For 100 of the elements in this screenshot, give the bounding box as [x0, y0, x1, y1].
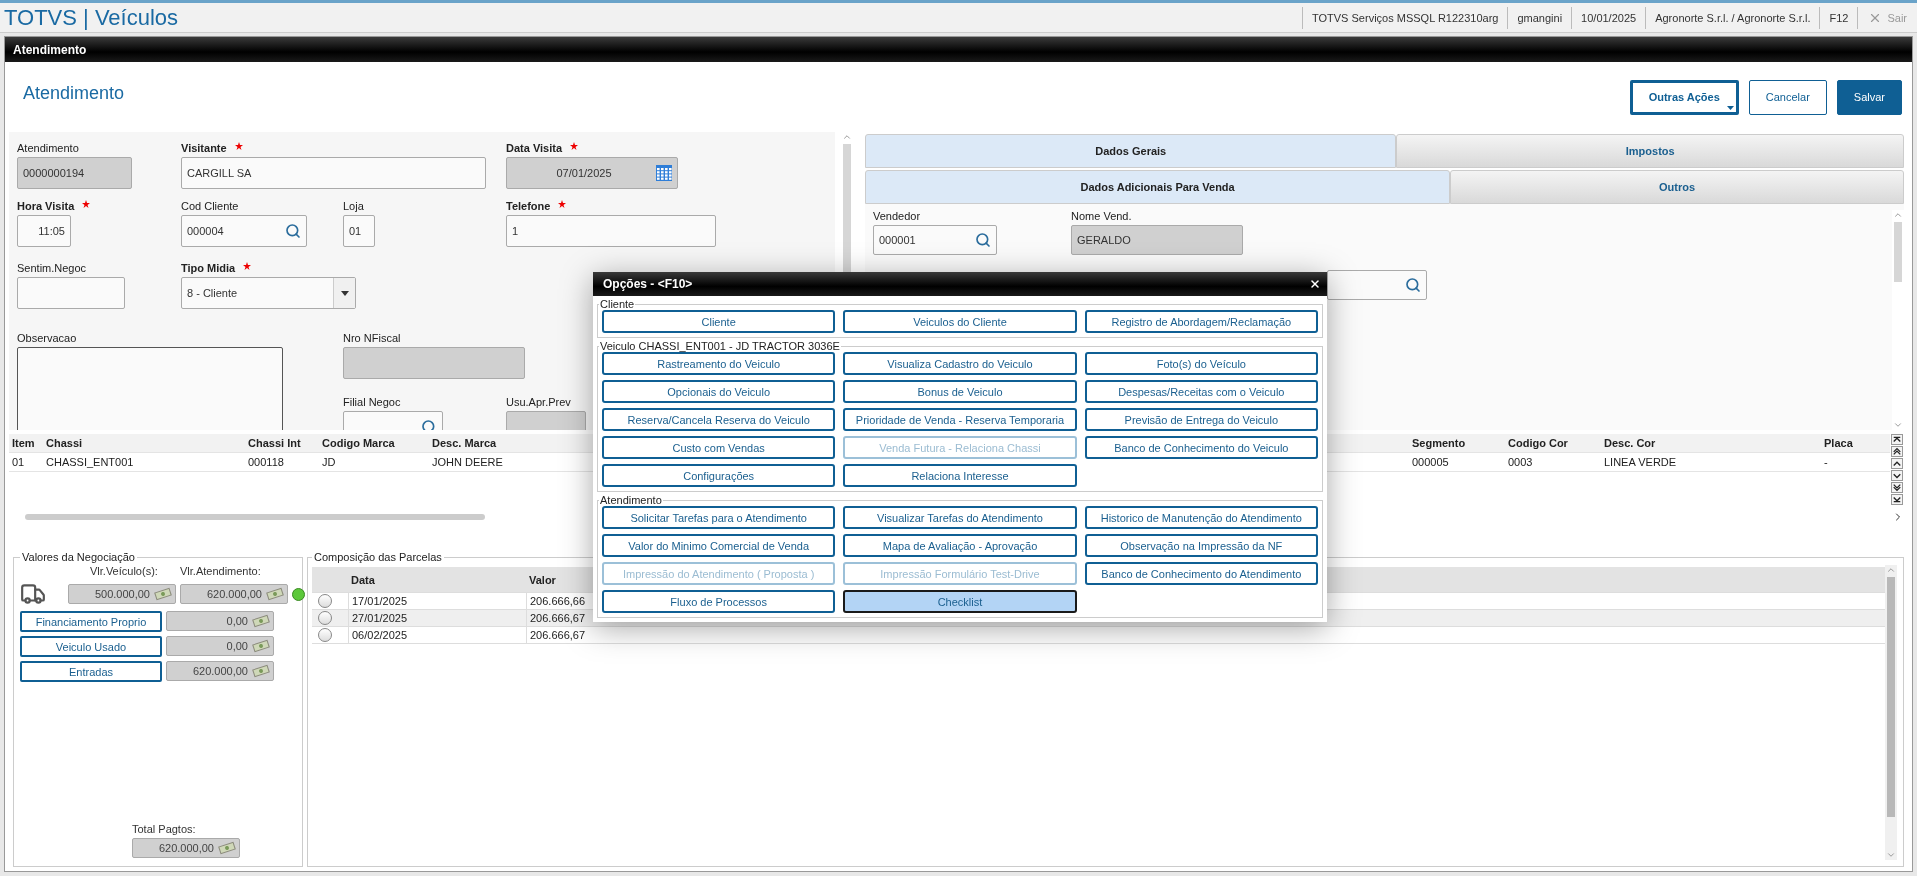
up-arrow-icon[interactable]	[1891, 458, 1903, 469]
money-icon[interactable]	[217, 841, 237, 855]
column-header[interactable]: Codigo Marca	[319, 437, 429, 449]
radio-button[interactable]	[318, 628, 332, 642]
tab[interactable]: Outros	[1450, 170, 1904, 204]
input-field[interactable]: GERALDO	[1071, 225, 1243, 255]
option-button[interactable]: Visualiza Cadastro do Veiculo	[843, 352, 1077, 375]
option-button[interactable]: Configurações	[602, 464, 836, 487]
scroll-down-icon[interactable]	[1893, 420, 1903, 430]
option-button[interactable]: Custo com Vendas	[602, 436, 836, 459]
option-button[interactable]: Rastreamento do Veiculo	[602, 352, 836, 375]
option-button[interactable]: Bonus de Veiculo	[843, 380, 1077, 403]
entry-button[interactable]: Entradas	[20, 661, 162, 682]
entry-button[interactable]: Financiamento Proprio	[20, 611, 162, 632]
close-icon[interactable]	[1309, 278, 1321, 290]
radio-button[interactable]	[318, 611, 332, 625]
table-cell-text: 000005	[1411, 456, 1450, 468]
down-arrow-icon[interactable]	[1891, 482, 1903, 493]
option-button[interactable]: Historico de Manutenção do Atendimento	[1084, 506, 1318, 529]
field-label: Vlr.Atendimento:	[180, 565, 262, 577]
column-header[interactable]: Item	[9, 437, 43, 449]
tab[interactable]: Dados Gerais	[865, 134, 1397, 168]
search-icon[interactable]	[1405, 277, 1421, 293]
input-field[interactable]	[343, 347, 525, 379]
option-button[interactable]: Banco de Conhecimento do Veiculo	[1084, 436, 1318, 459]
date-field[interactable]: 07/01/2025	[506, 157, 678, 189]
money-icon[interactable]	[153, 587, 173, 601]
tab[interactable]: Dados Adicionais Para Venda	[865, 170, 1451, 204]
group-title: Valores da Negociação	[21, 551, 136, 563]
column-header[interactable]: Chassi	[43, 437, 245, 449]
search-icon[interactable]	[975, 232, 991, 248]
table-cell: 17/01/2025	[348, 593, 526, 609]
entry-button[interactable]: Veiculo Usado	[20, 636, 162, 657]
option-button[interactable]: Prioridade de Venda - Reserva Temporaria	[843, 408, 1077, 431]
option-button[interactable]: Veiculos do Cliente	[843, 310, 1077, 333]
window-title: Atendimento	[5, 37, 1912, 62]
calendar-icon[interactable]	[656, 165, 672, 181]
scroll-thumb[interactable]	[1894, 222, 1902, 282]
option-button[interactable]: Valor do Minimo Comercial de Venda	[602, 534, 836, 557]
input-field[interactable]: 0000000194	[17, 157, 132, 189]
scrollbar[interactable]	[1885, 565, 1897, 860]
option-button[interactable]: Registro de Abordagem/Reclamação	[1084, 310, 1318, 333]
column-header[interactable]: Data	[348, 567, 526, 592]
save-button[interactable]: Salvar	[1836, 79, 1902, 115]
scroll-thumb[interactable]	[1887, 577, 1895, 817]
money-icon[interactable]	[265, 587, 285, 601]
tab[interactable]: Impostos	[1396, 134, 1904, 168]
option-button[interactable]: Mapa de Avaliação - Aprovação	[843, 534, 1077, 557]
option-button[interactable]: Solicitar Tarefas para o Atendimento	[602, 506, 836, 529]
scroll-down-icon[interactable]	[1886, 850, 1896, 860]
up-arrow-icon[interactable]	[1891, 434, 1903, 445]
input-field[interactable]: 1	[506, 215, 716, 247]
input-field[interactable]: 01	[343, 215, 375, 247]
option-button[interactable]: Despesas/Receitas com o Veiculo	[1084, 380, 1318, 403]
group-title: Veiculo CHASSI_ENT001 - JD TRACTOR 3036E	[599, 340, 841, 352]
option-button[interactable]: Relaciona Interesse	[843, 464, 1077, 487]
option-button[interactable]: Visualizar Tarefas do Atendimento	[843, 506, 1077, 529]
scroll-thumb[interactable]	[25, 514, 485, 520]
caret-icon	[340, 290, 349, 296]
input-field[interactable]: CARGILL SA	[181, 157, 486, 189]
column-header[interactable]: Codigo Cor	[1505, 437, 1601, 449]
field-label: Vlr.Veículo(s):	[89, 565, 159, 577]
table-cell-text: LINEA VERDE	[1603, 456, 1678, 468]
option-button[interactable]: Observação na Impressão da NF	[1084, 534, 1318, 557]
menu-button[interactable]: Outras Ações	[1629, 79, 1739, 115]
down-arrow-icon[interactable]	[1891, 470, 1903, 481]
input-field[interactable]: 000004	[181, 215, 307, 247]
money-icon[interactable]	[251, 614, 271, 628]
option-button[interactable]: Previsão de Entrega do Veiculo	[1084, 408, 1318, 431]
search-icon[interactable]	[285, 223, 301, 239]
column-header[interactable]: Chassi Int	[245, 437, 319, 449]
app-title: TOTVS | Veículos	[4, 4, 180, 31]
radio-button[interactable]	[318, 594, 332, 608]
field-label: Usu.Apr.Prev	[506, 396, 572, 408]
option-button[interactable]: Banco de Conhecimento do Atendimento	[1084, 562, 1318, 585]
select-field[interactable]: 8 - Cliente	[181, 277, 356, 309]
scroll-up-icon[interactable]	[1893, 210, 1903, 220]
column-header[interactable]: Placa	[1821, 437, 1890, 449]
field-label: Vendedor	[873, 210, 922, 222]
field-label: Hora Visita	[17, 200, 181, 212]
scroll-up-icon[interactable]	[842, 132, 852, 142]
money-icon[interactable]	[251, 664, 271, 678]
input-field[interactable]	[1327, 270, 1427, 300]
cancel-button[interactable]: Cancelar	[1748, 79, 1827, 115]
down-arrow-icon[interactable]	[1891, 494, 1903, 505]
up-arrow-icon[interactable]	[1891, 446, 1903, 457]
scroll-up-icon[interactable]	[1886, 565, 1896, 575]
option-button[interactable]: Reserva/Cancela Reserva do Veiculo	[602, 408, 836, 431]
field-label: Cod Cliente	[181, 200, 240, 212]
input-field[interactable]	[17, 277, 125, 309]
money-icon[interactable]	[251, 639, 271, 653]
option-button[interactable]: Checklist	[843, 590, 1077, 613]
input-field[interactable]: 000001	[873, 225, 997, 255]
option-button[interactable]: Cliente	[602, 310, 836, 333]
option-button[interactable]: Opcionais do Veiculo	[602, 380, 836, 403]
input-field[interactable]: 11:05	[17, 215, 71, 247]
option-button[interactable]: Fluxo de Processos	[602, 590, 836, 613]
option-button[interactable]: Foto(s) do Veículo	[1084, 352, 1318, 375]
column-header[interactable]: Desc. Cor	[1601, 437, 1821, 449]
column-header[interactable]: Segmento	[1409, 437, 1505, 449]
